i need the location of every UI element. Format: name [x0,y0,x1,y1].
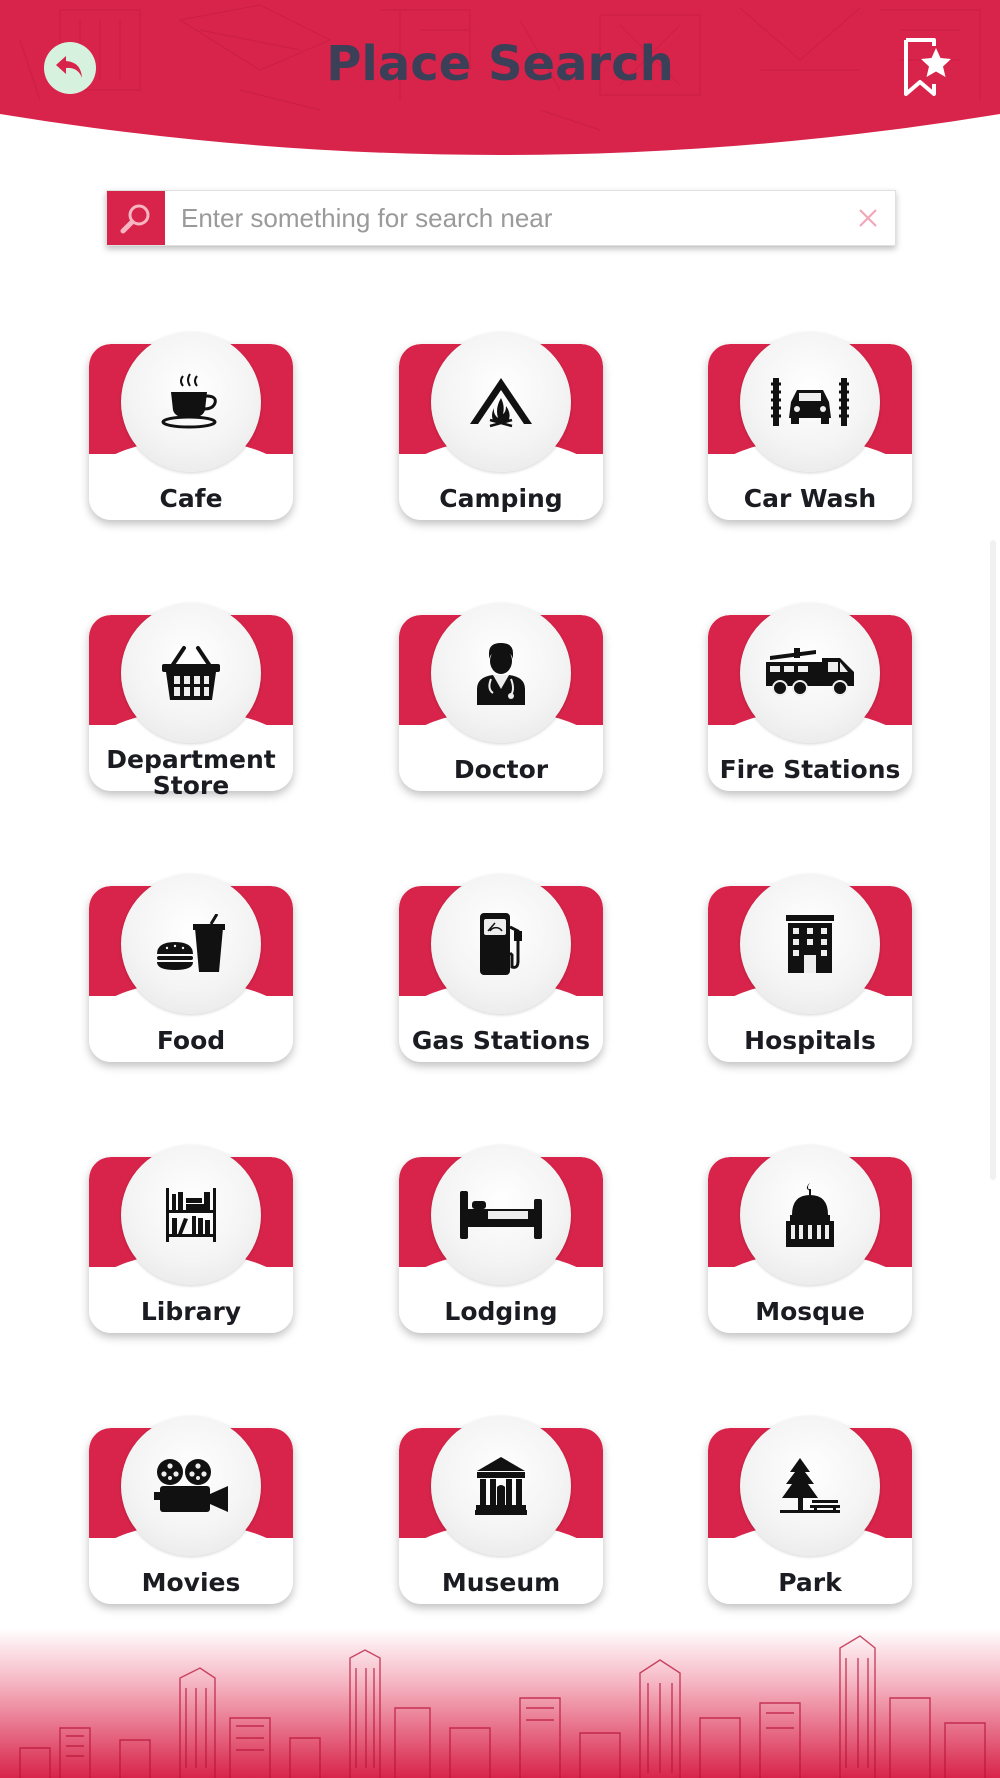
doctor-icon [477,643,525,705]
magnifier-icon [120,204,150,234]
category-card-movies[interactable]: Movies [89,1416,293,1604]
fuel-pump-icon [480,913,522,975]
category-card-department-store[interactable]: Department Store [89,603,293,799]
city-skyline-decoration [0,1628,1000,1778]
icon-badge [740,874,880,1014]
category-label: Food [156,1026,226,1055]
clear-search-button[interactable] [841,192,895,244]
icon-badge [121,603,261,743]
category-label: Mosque [755,1297,865,1326]
category-card-car-wash[interactable]: Car Wash [708,332,912,520]
search-input[interactable] [165,192,841,244]
icon-badge [121,1145,261,1285]
category-card-park[interactable]: Park [708,1416,912,1604]
category-card-camping[interactable]: Camping [399,332,603,520]
icon-badge [431,332,571,472]
coffee-cup-icon [161,373,217,429]
car-wash-icon [771,378,849,426]
icon-badge [740,603,880,743]
bookshelf-icon [166,1188,216,1242]
icon-badge [740,332,880,472]
page-title: Place Search [326,36,674,92]
category-label-line2: Store [152,771,230,800]
icon-badge [431,1145,571,1285]
category-label: Movies [141,1568,241,1597]
category-label: Doctor [453,755,549,784]
icon-badge [431,874,571,1014]
bookmark-star-icon [904,38,951,96]
icon-badge [431,603,571,743]
category-card-mosque[interactable]: Mosque [708,1145,912,1333]
icon-badge [121,1416,261,1556]
close-icon [859,209,877,227]
tree-bench-icon [780,1458,840,1513]
search-button[interactable] [107,191,165,245]
icon-badge [121,874,261,1014]
category-label-multiline: Department Store [89,747,293,799]
category-label: Library [140,1297,242,1326]
scrollbar[interactable] [990,540,996,1180]
category-label: Car Wash [743,484,877,513]
icon-badge [431,1416,571,1556]
category-label: Fire Stations [719,755,901,784]
category-label: Camping [439,484,563,513]
category-label: Lodging [444,1297,558,1326]
search-bar [106,190,896,246]
category-label: Park [778,1568,842,1597]
icon-badge [121,332,261,472]
bookmarks-button[interactable] [902,38,956,98]
bed-icon [460,1191,542,1239]
category-card-library[interactable]: Library [89,1145,293,1333]
category-card-fire-stations[interactable]: Fire Stations [708,603,912,791]
category-card-food[interactable]: Food [89,874,293,1062]
category-card-cafe[interactable]: Cafe [89,332,293,520]
category-card-museum[interactable]: Museum [399,1416,603,1604]
category-label: Gas Stations [411,1026,591,1055]
category-label: Cafe [159,484,223,513]
category-label: Hospitals [744,1026,876,1055]
icon-badge [740,1145,880,1285]
basket-icon [162,646,220,700]
category-card-gas-stations[interactable]: Gas Stations [399,874,603,1062]
fire-truck-icon [766,648,854,696]
category-card-lodging[interactable]: Lodging [399,1145,603,1333]
icon-badge [740,1416,880,1556]
tent-icon [470,378,532,428]
category-card-doctor[interactable]: Doctor [399,603,603,791]
burger-drink-icon [157,914,225,972]
museum-icon [475,1457,527,1515]
app-header: Place Search [0,0,1000,160]
category-label-line1: Department [106,745,276,774]
mosque-icon [786,1183,834,1247]
hospital-building-icon [786,915,834,973]
category-card-hospitals[interactable]: Hospitals [708,874,912,1062]
film-camera-icon [154,1459,228,1512]
category-label: Museum [441,1568,561,1597]
